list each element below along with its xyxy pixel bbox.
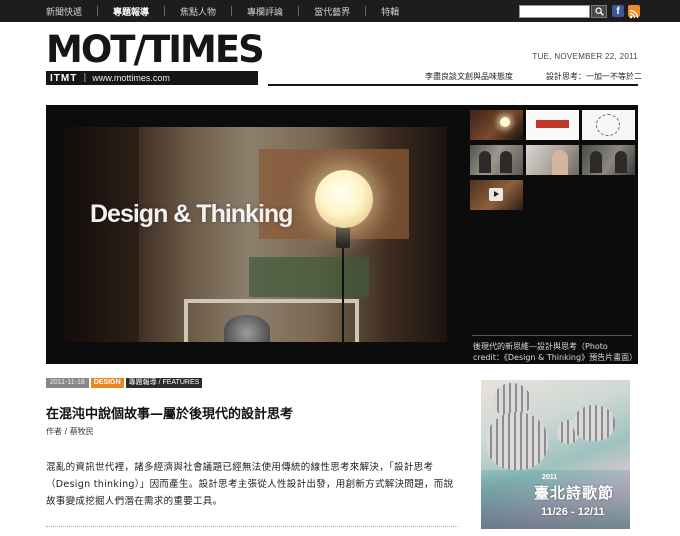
- nav-item-people[interactable]: 焦點人物: [180, 5, 216, 18]
- nav-divider: [365, 6, 367, 16]
- feature-hero-text: Design & Thinking: [90, 200, 293, 228]
- ad-title: 臺北詩歌節: [534, 484, 615, 502]
- nav-divider: [298, 6, 300, 16]
- top-nav: 新聞快遞 專題報導 焦點人物 專欄評論 當代藝界 特輯: [46, 0, 399, 22]
- article-divider: [46, 526, 458, 527]
- top-nav-bar: 新聞快遞 專題報導 焦點人物 專欄評論 當代藝界 特輯 f: [0, 0, 680, 22]
- balloon-image: [486, 412, 548, 470]
- search-button[interactable]: [591, 5, 607, 18]
- top-headline-link-1[interactable]: 李盡良談文創與品味態度: [425, 71, 513, 82]
- feature-thumbnail-7-video[interactable]: [470, 180, 523, 210]
- feature-thumbnail-6[interactable]: [582, 145, 635, 175]
- nav-item-news[interactable]: 新聞快遞: [46, 5, 82, 18]
- caption-divider: [472, 335, 632, 336]
- logo-badge: ITMT: [50, 72, 78, 84]
- rss-icon[interactable]: [628, 5, 640, 19]
- article-meta: 2011-11-18 DESIGN 專題報導 / FEATURES: [46, 378, 203, 388]
- poetry-festival-ad[interactable]: 2011 臺北詩歌節 11/26 - 12/11: [481, 380, 630, 529]
- feature-main-image[interactable]: [64, 127, 447, 342]
- feature-thumbnail-1[interactable]: [470, 110, 523, 140]
- site-url: www.mottimes.com: [92, 73, 170, 83]
- search-input[interactable]: [519, 5, 590, 18]
- light-bulb-image: [315, 170, 373, 228]
- current-date: TUE, NOVEMBER 22, 2011: [532, 52, 638, 61]
- ad-year: 2011: [542, 474, 558, 481]
- section-tag[interactable]: 專題報導 / FEATURES: [125, 378, 203, 388]
- nav-divider: [231, 6, 233, 16]
- feature-caption: 後現代的新思維—設計與思考（Photo credit：《Design & Thi…: [473, 342, 638, 362]
- search-icon: [594, 7, 604, 16]
- logo-divider: |: [83, 73, 87, 83]
- top-headline-link-2[interactable]: 設計思考：一加一不等於二: [546, 71, 642, 82]
- feature-thumbnail-4[interactable]: [470, 145, 523, 175]
- nav-item-features[interactable]: 專題報導: [113, 5, 149, 18]
- play-icon: [489, 188, 503, 201]
- nav-divider: [97, 6, 99, 16]
- nav-item-specials[interactable]: 特輯: [381, 5, 399, 18]
- balloon-image: [573, 405, 615, 441]
- article-date-tag: 2011-11-18: [46, 378, 89, 388]
- article-title[interactable]: 在混沌中說個故事—屬於後現代的設計思考: [46, 403, 293, 422]
- nav-item-contemporary-art[interactable]: 當代藝界: [314, 5, 350, 18]
- article-byline: 作者 / 蔡牧民: [46, 427, 94, 436]
- category-tag[interactable]: DESIGN: [90, 378, 124, 388]
- logo-tagline-bar: ITMT | www.mottimes.com: [46, 71, 258, 85]
- ad-dates: 11/26 - 12/11: [541, 506, 605, 518]
- feature-thumbnail-5[interactable]: [526, 145, 579, 175]
- site-logo[interactable]: MOT/TIMES: [46, 30, 265, 70]
- nav-divider: [164, 6, 166, 16]
- article-excerpt: 混亂的資訊世代裡，諸多經濟與社會議題已經無法使用傳統的線性思考來解決，「設計思考…: [46, 462, 454, 507]
- masthead-rule: [268, 84, 638, 86]
- feature-thumbnail-2[interactable]: [526, 110, 579, 140]
- feature-thumbnail-3[interactable]: [582, 110, 635, 140]
- facebook-icon[interactable]: f: [612, 5, 624, 17]
- nav-item-columns[interactable]: 專欄評論: [247, 5, 283, 18]
